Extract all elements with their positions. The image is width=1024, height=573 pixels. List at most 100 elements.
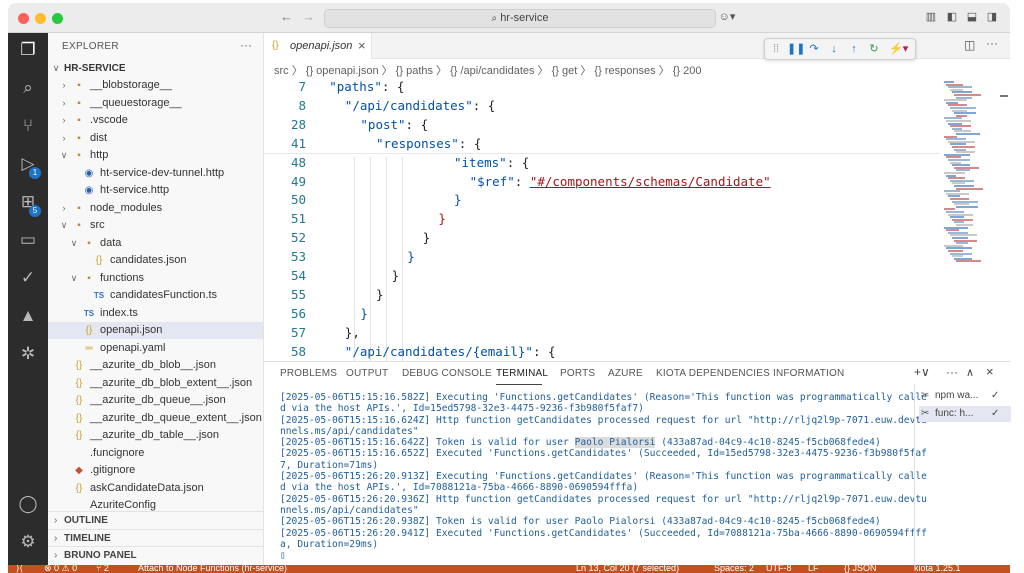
problems-status[interactable]: ⊗ 0 ⚠ 0: [44, 565, 77, 573]
disconnect-icon[interactable]: ⚡▾: [889, 42, 908, 56]
toggle-secondary-sidebar-icon[interactable]: ◨: [985, 10, 999, 24]
more-actions-icon[interactable]: ···: [240, 38, 252, 52]
accounts-icon[interactable]: ◯: [8, 487, 48, 521]
tree-item-label: candidates.json: [110, 254, 187, 266]
branch-status[interactable]: ⑂ 2: [96, 565, 109, 573]
search-view-icon[interactable]: ⌕: [8, 71, 48, 105]
tree-item[interactable]: › ▪ __queuestorage__: [48, 95, 263, 112]
manage-gear-icon[interactable]: ⚙: [8, 525, 48, 559]
tree-item[interactable]: ∨ ▪ functions: [48, 270, 263, 287]
tree-item[interactable]: › ▪ node_modules: [48, 200, 263, 217]
cursor-position-status[interactable]: Ln 13, Col 20 (7 selected): [576, 565, 679, 573]
tree-item[interactable]: {} __azurite_db_blob__.json: [48, 357, 263, 374]
tree-item[interactable]: TS index.ts: [48, 305, 263, 322]
toggle-panel-icon[interactable]: ⬓: [965, 10, 979, 24]
new-terminal-icon[interactable]: +∨: [914, 365, 930, 379]
explorer-icon[interactable]: ❐: [8, 33, 48, 67]
forward-arrow-icon[interactable]: →: [302, 9, 315, 24]
tree-item[interactable]: {} __azurite_db_queue__.json: [48, 392, 263, 409]
tab-problems[interactable]: PROBLEMS: [280, 368, 337, 379]
tab-debug-console[interactable]: DEBUG CONSOLE: [402, 368, 492, 379]
tree-item[interactable]: ◆ .gitignore: [48, 462, 263, 479]
tree-item[interactable]: TS candidatesFunction.ts: [48, 287, 263, 304]
tree-item[interactable]: {} candidates.json: [48, 252, 263, 269]
terminal-line: [2025-05-06T15:26:20.941Z] Executed 'Fun…: [280, 527, 927, 539]
close-tab-icon[interactable]: ×: [358, 33, 366, 59]
terminal-instance[interactable]: ✂ npm wa... ✓: [919, 388, 1011, 404]
editor-more-icon[interactable]: ···: [986, 36, 998, 50]
close-panel-icon[interactable]: ×: [986, 364, 994, 379]
back-arrow-icon[interactable]: ←: [280, 9, 293, 24]
tree-item[interactable]: {} __azurite_db_queue_extent__.json: [48, 410, 263, 427]
tree-item[interactable]: ∨ ▪ src: [48, 217, 263, 234]
folder-icon: ▪: [87, 237, 91, 249]
language-status[interactable]: {} JSON: [844, 565, 877, 573]
tree-item[interactable]: › ▪ dist: [48, 130, 263, 147]
minimap[interactable]: [940, 77, 1010, 361]
remote-indicator-icon[interactable]: ⟩⟨: [16, 565, 23, 573]
customize-layout-icon[interactable]: ▥: [924, 10, 938, 24]
tab-ports[interactable]: PORTS: [560, 368, 595, 379]
code-editor[interactable]: 7 "paths": {8 "/api/candidates": {28 "post"…: [264, 77, 940, 361]
extensions-icon[interactable]: ⊞: [8, 185, 48, 219]
eol-status[interactable]: LF: [808, 565, 819, 573]
drag-handle-icon[interactable]: ⁞⁞: [769, 42, 783, 56]
kiota-status[interactable]: kiota 1.25.1: [914, 565, 961, 573]
tree-item[interactable]: {} askCandidateData.json: [48, 480, 263, 497]
maximize-window-button[interactable]: [52, 13, 63, 24]
indent-status[interactable]: Spaces: 2: [714, 565, 754, 573]
step-over-icon[interactable]: ↷: [807, 42, 821, 56]
tree-item[interactable]: {} __azurite_db_blob_extent__.json: [48, 375, 263, 392]
tab-kiota-dependencies-information[interactable]: KIOTA DEPENDENCIES INFORMATION: [656, 368, 844, 379]
tree-item[interactable]: .funcignore: [48, 445, 263, 462]
encoding-status[interactable]: UTF-8: [766, 565, 792, 573]
typescript-file-icon: TS: [83, 308, 95, 318]
workspace-root[interactable]: ∨ HR-SERVICE: [48, 60, 263, 77]
tree-item[interactable]: ∨ ▪ http: [48, 147, 263, 164]
remote-explorer-icon[interactable]: ▭: [8, 223, 48, 257]
panel-more-icon[interactable]: ···: [946, 365, 958, 379]
json-file-icon: {}: [95, 255, 103, 266]
code-line: 48 "items": {: [264, 154, 940, 172]
pause-icon[interactable]: ❚❚: [787, 42, 805, 56]
terminal-instance[interactable]: ✂ func: h... ✓: [919, 406, 1011, 422]
run-debug-icon[interactable]: ▷: [8, 147, 48, 181]
minimize-window-button[interactable]: [35, 13, 46, 24]
terminal-output[interactable]: [2025-05-06T15:15:16.582Z] Executing 'Fu…: [280, 392, 927, 561]
tree-item[interactable]: › ▪ .vscode: [48, 112, 263, 129]
split-editor-icon[interactable]: ◫: [964, 38, 975, 52]
scrollbar-thumb[interactable]: [1000, 95, 1008, 97]
testing-icon[interactable]: ✓: [8, 261, 48, 295]
debug-config-status[interactable]: Attach to Node Functions (hr-service): [138, 565, 287, 573]
command-center-search[interactable]: ⌕ hr-service: [324, 9, 716, 28]
close-window-button[interactable]: [18, 13, 29, 24]
tree-item[interactable]: ◉ ht-service-dev-tunnel.http: [48, 165, 263, 182]
breadcrumb[interactable]: src 〉 {} openapi.json 〉 {} paths 〉 {} /a…: [274, 62, 701, 78]
azure-icon[interactable]: ▲: [8, 299, 48, 333]
tab-openapi-json[interactable]: {} openapi.json ×: [264, 33, 372, 59]
tree-item[interactable]: › ▪ __blobstorage__: [48, 77, 263, 94]
section-bruno-panel[interactable]: › BRUNO PANEL: [48, 546, 263, 563]
chevron-right-icon: ›: [62, 132, 66, 143]
toggle-sidebar-icon[interactable]: ◧: [945, 10, 959, 24]
tree-item[interactable]: ═ openapi.yaml: [48, 340, 263, 357]
tree-item[interactable]: {} openapi.json: [48, 322, 263, 339]
settings-sync-icon[interactable]: ✲: [8, 337, 48, 371]
copilot-icon[interactable]: ☺▾: [716, 10, 738, 24]
tree-item[interactable]: ◉ ht-service.http: [48, 182, 263, 199]
tree-item[interactable]: ∨ ▪ data: [48, 235, 263, 252]
selected-text: Paolo Pialorsi: [574, 437, 656, 449]
maximize-panel-icon[interactable]: ∧: [966, 366, 974, 379]
source-control-icon[interactable]: ⑂: [8, 109, 48, 143]
http-file-icon: ◉: [84, 185, 94, 196]
restart-icon[interactable]: ↻: [867, 42, 881, 56]
section-timeline[interactable]: › TIMELINE: [48, 528, 263, 546]
tab-azure[interactable]: AZURE: [608, 368, 643, 379]
step-out-icon[interactable]: ↑: [847, 42, 861, 56]
tab-terminal[interactable]: TERMINAL: [496, 368, 548, 379]
tab-output[interactable]: OUTPUT: [346, 368, 388, 379]
section-outline[interactable]: › OUTLINE: [48, 511, 263, 528]
step-into-icon[interactable]: ↓: [827, 42, 841, 56]
tree-item[interactable]: {} __azurite_db_table__.json: [48, 427, 263, 444]
git-file-icon: ◆: [75, 465, 83, 476]
